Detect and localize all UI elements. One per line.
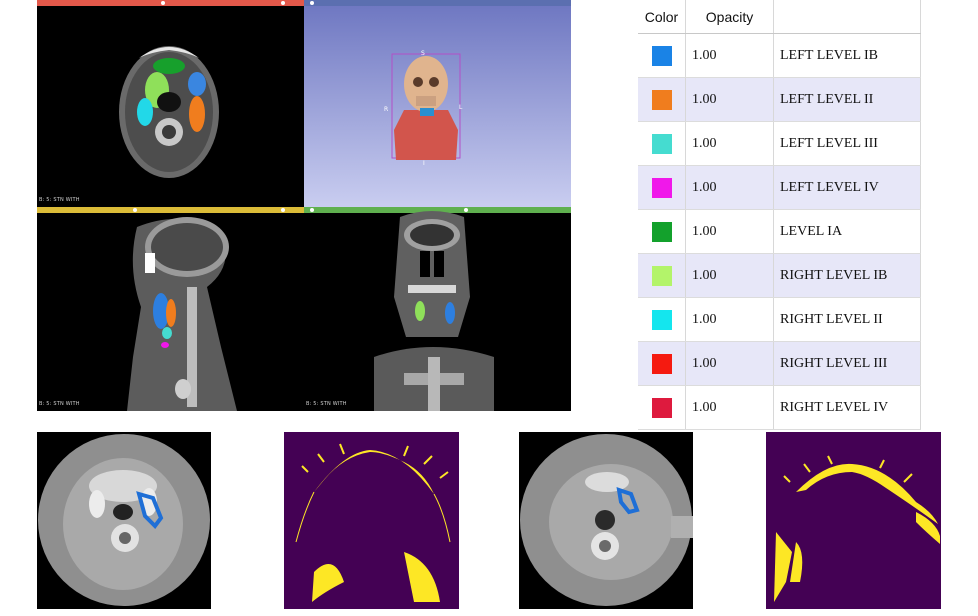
color-swatch[interactable] xyxy=(651,353,672,374)
orientation-l: L xyxy=(459,104,463,111)
segment-name[interactable]: LEVEL IA xyxy=(773,209,921,254)
opacity-cell[interactable]: 1.00 xyxy=(685,209,774,254)
color-swatch[interactable] xyxy=(651,177,672,198)
color-cell[interactable] xyxy=(638,165,686,210)
mask-image-2 xyxy=(766,432,941,609)
coronal-slice-label: B: 5: STN WITH xyxy=(306,401,347,407)
segments-table: Color Opacity 1.00 LEFT LEVEL IB 1.00 LE… xyxy=(638,0,921,430)
color-swatch[interactable] xyxy=(651,397,672,418)
segment-name[interactable]: LEFT LEVEL II xyxy=(773,77,921,122)
color-cell[interactable] xyxy=(638,385,686,430)
segment-name[interactable]: LEFT LEVEL III xyxy=(773,121,921,166)
axial-view[interactable]: B: 5: STN WITH xyxy=(37,0,304,207)
3d-view[interactable]: S R L I xyxy=(304,0,571,207)
ct-slice-2 xyxy=(519,432,693,609)
orientation-i: I xyxy=(423,160,425,167)
opacity-cell[interactable]: 1.00 xyxy=(685,121,774,166)
color-cell[interactable] xyxy=(638,77,686,122)
axial-slice-label: B: 5: STN WITH xyxy=(39,197,80,203)
color-cell[interactable] xyxy=(638,33,686,78)
opacity-cell[interactable]: 1.00 xyxy=(685,297,774,342)
table-row[interactable]: 1.00 LEFT LEVEL III xyxy=(638,121,921,166)
opacity-cell[interactable]: 1.00 xyxy=(685,385,774,430)
color-cell[interactable] xyxy=(638,341,686,386)
slicer-viewer: B: 5: STN WITH S R L I B: 5: STN WITH B:… xyxy=(37,0,571,411)
column-header-opacity[interactable]: Opacity xyxy=(685,0,774,34)
color-swatch[interactable] xyxy=(651,133,672,154)
segment-name[interactable]: LEFT LEVEL IV xyxy=(773,165,921,210)
table-row[interactable]: 1.00 LEFT LEVEL IB xyxy=(638,33,921,78)
color-cell[interactable] xyxy=(638,209,686,254)
table-row[interactable]: 1.00 RIGHT LEVEL IB xyxy=(638,253,921,298)
color-swatch[interactable] xyxy=(651,309,672,330)
color-swatch[interactable] xyxy=(651,89,672,110)
table-row[interactable]: 1.00 LEFT LEVEL II xyxy=(638,77,921,122)
mask-image-1 xyxy=(284,432,459,609)
color-cell[interactable] xyxy=(638,121,686,166)
sagittal-ct-image xyxy=(127,217,237,411)
opacity-cell[interactable]: 1.00 xyxy=(685,253,774,298)
segments-table-header: Color Opacity xyxy=(638,0,921,34)
color-swatch[interactable] xyxy=(651,45,672,66)
segment-name[interactable]: RIGHT LEVEL IV xyxy=(773,385,921,430)
opacity-cell[interactable]: 1.00 xyxy=(685,33,774,78)
table-row[interactable]: 1.00 LEFT LEVEL IV xyxy=(638,165,921,210)
coronal-view[interactable]: B: 5: STN WITH xyxy=(304,207,571,411)
color-swatch[interactable] xyxy=(651,221,672,242)
color-swatch[interactable] xyxy=(651,265,672,286)
table-row[interactable]: 1.00 RIGHT LEVEL II xyxy=(638,297,921,342)
sagittal-slice-label: B: 5: STN WITH xyxy=(39,401,80,407)
segment-name[interactable]: RIGHT LEVEL IB xyxy=(773,253,921,298)
segment-name[interactable]: RIGHT LEVEL II xyxy=(773,297,921,342)
segment-name[interactable]: RIGHT LEVEL III xyxy=(773,341,921,386)
ct-slice-1 xyxy=(37,432,211,609)
segment-name[interactable]: LEFT LEVEL IB xyxy=(773,33,921,78)
color-cell[interactable] xyxy=(638,297,686,342)
column-header-color[interactable]: Color xyxy=(638,0,686,34)
orientation-s: S xyxy=(421,50,425,57)
table-row[interactable]: 1.00 RIGHT LEVEL IV xyxy=(638,385,921,430)
sagittal-view[interactable]: B: 5: STN WITH xyxy=(37,207,304,411)
opacity-cell[interactable]: 1.00 xyxy=(685,341,774,386)
3d-rendering xyxy=(304,6,571,207)
table-row[interactable]: 1.00 RIGHT LEVEL III xyxy=(638,341,921,386)
axial-ct-image xyxy=(119,46,219,178)
orientation-r: R xyxy=(384,106,389,113)
opacity-cell[interactable]: 1.00 xyxy=(685,77,774,122)
color-cell[interactable] xyxy=(638,253,686,298)
coronal-ct-image xyxy=(374,211,494,411)
table-row[interactable]: 1.00 LEVEL IA xyxy=(638,209,921,254)
opacity-cell[interactable]: 1.00 xyxy=(685,165,774,210)
column-header-name[interactable] xyxy=(773,0,921,34)
